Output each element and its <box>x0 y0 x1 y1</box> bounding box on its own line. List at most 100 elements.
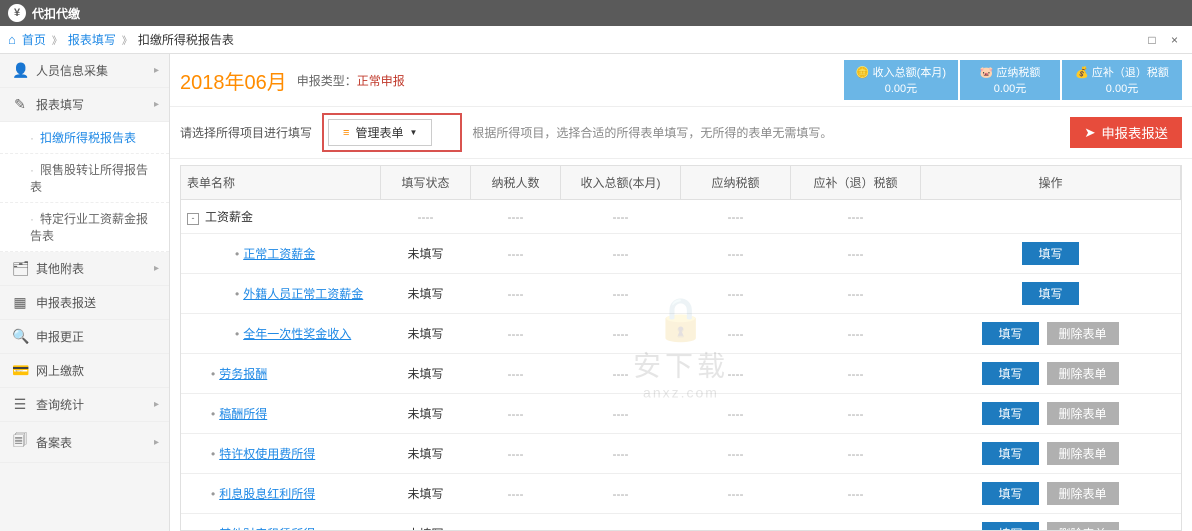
fill-button[interactable]: 填写 <box>982 362 1038 385</box>
manage-form-highlight: ≡ 管理表单 ▼ <box>322 113 462 152</box>
sidebar-icon: ☰ <box>12 396 28 413</box>
home-icon[interactable]: ⌂ <box>8 32 16 47</box>
form-link[interactable]: 稿酬所得 <box>219 407 267 421</box>
app-header: ¥ 代扣代缴 <box>0 0 1192 26</box>
manage-form-button[interactable]: ≡ 管理表单 ▼ <box>328 119 432 146</box>
status-cell: ---- <box>381 200 471 234</box>
fill-button[interactable]: 填写 <box>982 322 1038 345</box>
sidebar-icon: ✎ <box>12 96 28 113</box>
breadcrumb: ⌂ 首页 》 报表填写 》 扣缴所得税报告表 □ × <box>0 26 1192 54</box>
value-cell: ---- <box>791 200 921 234</box>
delete-form-button[interactable]: 删除表单 <box>1047 482 1119 505</box>
value-cell: ---- <box>561 274 681 314</box>
info-bar: 2018年06月 申报类型：正常申报 🪙 收入总额(本月)0.00元🐷 应纳税额… <box>170 54 1192 106</box>
form-link[interactable]: 利息股息红利所得 <box>219 487 315 501</box>
status-cell: 未填写 <box>381 434 471 474</box>
action-hint2: 根据所得项目，选择合适的所得表单填写，无所得的表单无需填写。 <box>472 124 832 141</box>
table-row: •外籍人员正常工资薪金未填写----------------填写 <box>181 274 1181 314</box>
table-row: •劳务报酬未填写----------------填写删除表单 <box>181 354 1181 394</box>
status-cell: 未填写 <box>381 354 471 394</box>
bullet-icon: • <box>235 287 239 301</box>
list-icon: ≡ <box>343 127 349 139</box>
fill-button[interactable]: 填写 <box>982 442 1038 465</box>
sidebar-item-3[interactable]: ▦申报表报送 <box>0 286 169 320</box>
value-cell: ---- <box>561 394 681 434</box>
column-header: 表单名称 <box>181 166 381 200</box>
caret-down-icon: ▼ <box>409 128 417 137</box>
value-cell: ---- <box>791 394 921 434</box>
bullet-icon: • <box>211 447 215 461</box>
bullet-icon: • <box>211 407 215 421</box>
table-row: -工资薪金-------------------- <box>181 200 1181 234</box>
column-header: 填写状态 <box>381 166 471 200</box>
sidebar-item-0[interactable]: 👤人员信息采集 <box>0 54 169 88</box>
table-row: •正常工资薪金未填写----------------填写 <box>181 234 1181 274</box>
breadcrumb-home[interactable]: 首页 <box>22 31 46 48</box>
sidebar-icon: 🔍 <box>12 328 28 345</box>
sidebar-subitem[interactable]: 特定行业工资薪金报告表 <box>0 203 169 252</box>
value-cell: ---- <box>471 274 561 314</box>
fill-button[interactable]: 填写 <box>1022 282 1078 305</box>
delete-form-button[interactable]: 删除表单 <box>1047 322 1119 345</box>
op-cell: 填写 <box>921 274 1181 314</box>
sidebar-item-4[interactable]: 🔍 申报更正 <box>0 320 169 354</box>
tree-toggle-icon[interactable]: - <box>187 213 199 225</box>
window-controls[interactable]: □ × <box>1148 33 1184 47</box>
fill-button[interactable]: 填写 <box>1022 242 1078 265</box>
value-cell: ---- <box>471 314 561 354</box>
stat-card: 🪙 收入总额(本月)0.00元 <box>844 60 958 100</box>
action-bar: 请选择所得项目进行填写 ≡ 管理表单 ▼ 根据所得项目，选择合适的所得表单填写，… <box>170 106 1192 159</box>
sidebar-item-2[interactable]: 🗂 其他附表 <box>0 252 169 286</box>
sidebar: 👤人员信息采集✎报表填写扣缴所得税报告表限售股转让所得报告表特定行业工资薪金报告… <box>0 54 170 531</box>
sidebar-subitem[interactable]: 限售股转让所得报告表 <box>0 154 169 203</box>
sidebar-icon: 🗂 <box>12 260 28 277</box>
sidebar-item-label: 申报更正 <box>36 328 84 345</box>
fill-button[interactable]: 填写 <box>982 482 1038 505</box>
chevron-right-icon: 》 <box>52 32 62 47</box>
value-cell: ---- <box>471 474 561 514</box>
delete-form-button[interactable]: 删除表单 <box>1047 362 1119 385</box>
delete-form-button[interactable]: 删除表单 <box>1047 402 1119 425</box>
status-cell: 未填写 <box>381 274 471 314</box>
form-link[interactable]: 外籍人员正常工资薪金 <box>243 287 363 301</box>
value-cell: ---- <box>561 434 681 474</box>
forms-table: 表单名称填写状态纳税人数收入总额(本月)应纳税额应补（退）税额操作 -工资薪金-… <box>181 166 1181 531</box>
sidebar-item-label: 其他附表 <box>36 260 84 277</box>
sidebar-item-6[interactable]: ☰查询统计 <box>0 388 169 422</box>
form-link[interactable]: 特许权使用费所得 <box>219 447 315 461</box>
table-row: •利息股息红利所得未填写----------------填写删除表单 <box>181 474 1181 514</box>
column-header: 应纳税额 <box>681 166 791 200</box>
value-cell: ---- <box>681 394 791 434</box>
sidebar-subitem[interactable]: 扣缴所得税报告表 <box>0 122 169 154</box>
breadcrumb-level1[interactable]: 报表填写 <box>68 31 116 48</box>
value-cell: ---- <box>681 514 791 531</box>
form-link[interactable]: 其他财产租赁所得 <box>219 527 315 531</box>
form-link[interactable]: 全年一次性奖金收入 <box>243 327 351 341</box>
op-cell: 填写删除表单 <box>921 394 1181 434</box>
arrow-right-icon: ➤ <box>1084 125 1095 141</box>
sidebar-item-label: 网上缴款 <box>36 362 84 379</box>
value-cell: ---- <box>791 474 921 514</box>
value-cell: ---- <box>471 354 561 394</box>
fill-button[interactable]: 填写 <box>982 402 1038 425</box>
sidebar-item-7[interactable]: 🗐备案表 <box>0 422 169 463</box>
delete-form-button[interactable]: 删除表单 <box>1047 522 1119 531</box>
bullet-icon: • <box>211 527 215 531</box>
form-link[interactable]: 劳务报酬 <box>219 367 267 381</box>
column-header: 操作 <box>921 166 1181 200</box>
submit-report-button[interactable]: ➤ 申报表报送 <box>1070 117 1182 148</box>
value-cell: ---- <box>681 274 791 314</box>
value-cell: ---- <box>471 394 561 434</box>
bullet-icon: • <box>235 247 239 261</box>
value-cell: ---- <box>681 474 791 514</box>
value-cell: ---- <box>561 234 681 274</box>
form-link[interactable]: 正常工资薪金 <box>243 247 315 261</box>
period-label: 2018年06月 <box>180 66 287 95</box>
fill-button[interactable]: 填写 <box>982 522 1038 531</box>
bullet-icon: • <box>235 327 239 341</box>
sidebar-item-5[interactable]: 💳网上缴款 <box>0 354 169 388</box>
stat-value: 0.00元 <box>856 80 946 96</box>
delete-form-button[interactable]: 删除表单 <box>1047 442 1119 465</box>
sidebar-item-1[interactable]: ✎报表填写 <box>0 88 169 122</box>
stat-label: 收入总额(本月) <box>873 67 946 79</box>
